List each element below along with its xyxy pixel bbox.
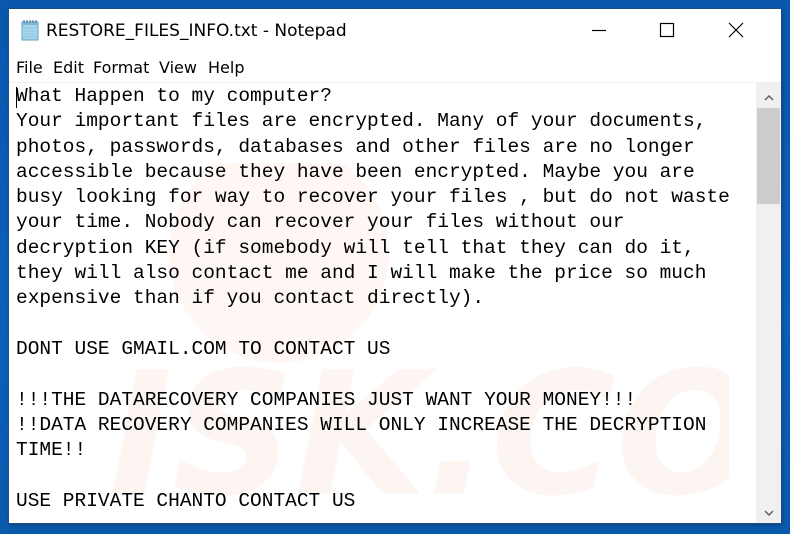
text-caret [16,87,17,108]
chevron-down-icon [763,501,774,520]
menu-edit[interactable]: Edit [53,58,84,77]
text-line: your time. Nobody can recover your files… [16,211,625,234]
text-line: they will also contact me and I will mak… [16,262,707,285]
menu-view[interactable]: View [159,58,197,77]
text-line: photos, passwords, databases and other f… [16,135,695,158]
text-line: accessible because they have been encryp… [16,160,695,183]
minimize-button[interactable] [576,9,622,54]
text-line: USE PRIVATE CHANTO CONTACT US [16,489,356,512]
window-title: RESTORE_FILES_INFO.txt - Notepad [46,21,347,41]
chevron-up-icon [763,86,774,105]
menu-format[interactable]: Format [93,58,149,77]
vertical-scrollbar[interactable] [756,82,781,523]
text-line: !!!THE DATARECOVERY COMPANIES JUST WANT … [16,388,637,411]
text-line: TIME!! [16,439,87,462]
title-bar[interactable]: RESTORE_FILES_INFO.txt - Notepad [9,9,781,54]
close-button[interactable] [713,9,759,54]
text-line: DONT USE GMAIL.COM TO CONTACT US [16,337,391,360]
menu-help[interactable]: Help [208,58,244,77]
scroll-down-button[interactable] [756,499,781,521]
maximize-icon [659,22,675,42]
minimize-icon [591,22,607,42]
document-text: What Happen to my computer? Your importa… [16,84,730,514]
menu-bar: File Edit Format View Help [9,55,781,81]
scroll-up-button[interactable] [756,84,781,106]
text-line: busy looking for way to recover your fil… [16,186,730,209]
scroll-thumb[interactable] [757,108,780,204]
close-icon [728,22,744,42]
text-line: !!DATA RECOVERY COMPANIES WILL ONLY INCR… [16,413,707,436]
text-line: Your important files are encrypted. Many… [16,110,707,133]
maximize-button[interactable] [644,9,690,54]
notepad-icon [21,19,39,41]
text-editor-area[interactable]: ISK.COM What Happen to my computer? Your… [9,82,756,523]
text-line: expensive than if you contact directly). [16,287,485,310]
menu-file[interactable]: File [16,58,43,77]
notepad-window: RESTORE_FILES_INFO.txt - Notepad File Ed… [9,9,781,523]
text-line: decryption KEY (if somebody will tell th… [16,236,695,259]
text-line: What Happen to my computer? [16,85,332,107]
